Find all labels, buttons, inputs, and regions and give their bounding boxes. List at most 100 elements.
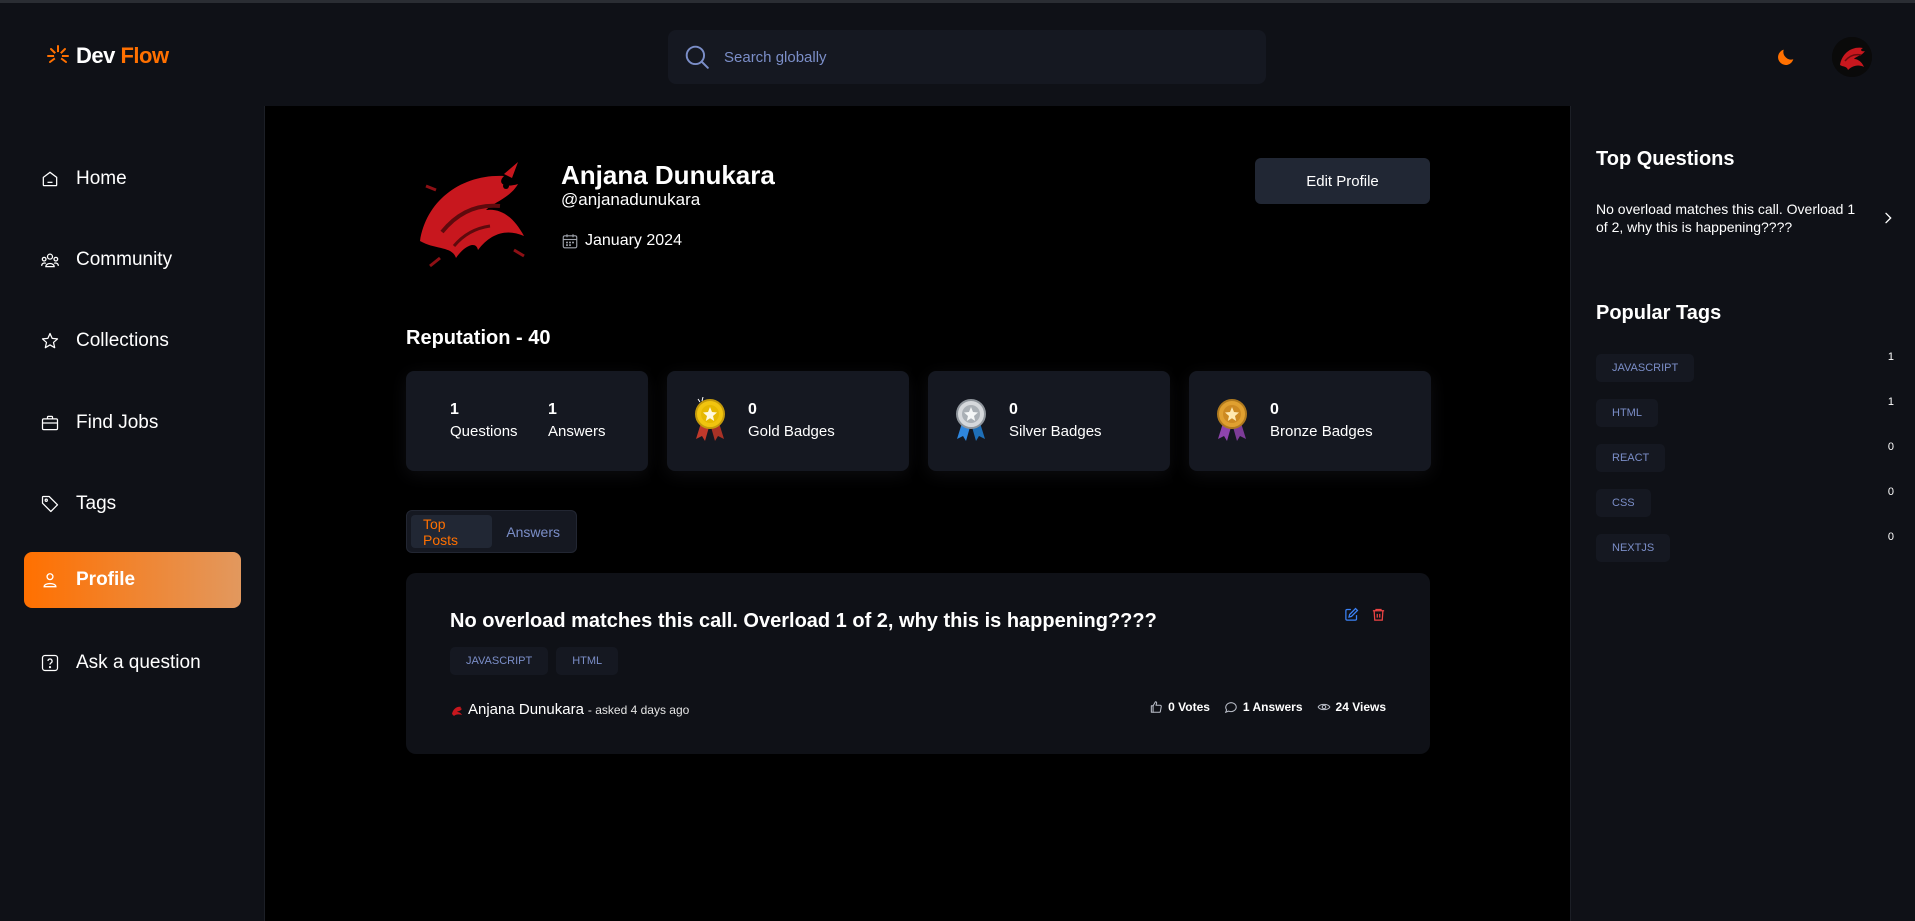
questions-count: 1 <box>450 401 459 418</box>
moon-icon <box>1778 49 1794 65</box>
stats-card-gold: 0 Gold Badges <box>667 371 909 471</box>
votes-text: 0 Votes <box>1168 700 1210 714</box>
suitcase-icon <box>41 415 59 431</box>
sidebar-item-label: Community <box>76 249 173 270</box>
stats-card-bronze: 0 Bronze Badges <box>1189 371 1431 471</box>
question-metrics: 0 Votes 1 Answers 24 Views <box>1149 700 1386 714</box>
site-logo[interactable]: Dev Flow <box>46 43 169 69</box>
question-card[interactable]: No overload matches this call. Overload … <box>406 573 1430 754</box>
sidebar-item-label: Tags <box>76 493 117 514</box>
sidebar-item-community[interactable]: Community <box>24 232 241 288</box>
stats-card-silver: 0 Silver Badges <box>928 371 1170 471</box>
reputation-heading: Reputation - 40 <box>406 327 551 349</box>
sidebar-item-find-jobs[interactable]: Find Jobs <box>24 395 241 451</box>
top-questions-heading: Top Questions <box>1596 148 1735 170</box>
dragon-avatar-image <box>406 146 546 286</box>
answers-stat: 1 Answers <box>548 401 606 440</box>
logo-icon <box>47 45 69 63</box>
top-question-item[interactable]: No overload matches this call. Overload … <box>1596 200 1896 236</box>
bronze-medal-icon <box>1217 399 1247 441</box>
tag-badge-html[interactable]: HTML <box>1596 399 1658 427</box>
sidebar-item-label: Home <box>76 168 127 189</box>
tag-count: 1 <box>1887 396 1894 408</box>
theme-toggle-button[interactable] <box>1772 43 1800 71</box>
search-input[interactable] <box>724 48 1224 66</box>
views-text: 24 Views <box>1335 700 1386 714</box>
author-name[interactable]: Anjana Dunukara <box>468 701 584 718</box>
answers-label: Answers <box>548 423 606 440</box>
tag-badge-javascript[interactable]: JAVASCRIPT <box>450 647 549 675</box>
popular-tag-row[interactable]: HTML 1 <box>1596 396 1894 427</box>
eye-icon <box>1317 703 1330 711</box>
tag-badge-react[interactable]: REACT <box>1596 444 1666 472</box>
star-icon <box>41 332 59 349</box>
question-title[interactable]: No overload matches this call. Overload … <box>450 610 1157 633</box>
post-actions <box>1344 607 1386 622</box>
user-icon <box>43 573 57 588</box>
answers-text: 1 Answers <box>1242 700 1303 714</box>
sidebar-item-label: Find Jobs <box>76 412 159 433</box>
asked-time: - asked 4 days ago <box>587 702 690 717</box>
chevron-right-icon <box>1885 212 1892 224</box>
right-sidebar: Top Questions No overload matches this c… <box>1570 106 1915 921</box>
sidebar-item-tags[interactable]: Tags <box>24 476 241 532</box>
silver-medal-icon <box>956 399 986 441</box>
calendar-icon <box>562 234 578 249</box>
sidebar-item-ask-question[interactable]: Ask a question <box>24 635 241 691</box>
top-navbar: Dev Flow <box>0 0 1915 106</box>
tag-count: 0 <box>1887 531 1894 543</box>
tag-badge-css[interactable]: CSS <box>1596 489 1651 517</box>
gold-badges-stat: 0 Gold Badges <box>748 401 835 440</box>
logo-flow-text: Flow <box>120 43 169 68</box>
silver-badges-label: Silver Badges <box>1009 423 1102 440</box>
popular-tag-row[interactable]: JAVASCRIPT 1 <box>1596 351 1894 382</box>
thumbs-up-icon <box>1150 701 1162 713</box>
answers-count: 1 <box>548 401 557 418</box>
profile-name: Anjana Dunukara <box>561 160 775 190</box>
views-metric: 24 Views <box>1317 700 1386 714</box>
top-question-text[interactable]: No overload matches this call. Overload … <box>1596 200 1856 236</box>
sidebar-item-profile[interactable]: Profile <box>24 552 241 608</box>
profile-avatar <box>406 146 546 286</box>
message-circle-icon <box>1224 702 1237 714</box>
popular-tag-row[interactable]: CSS 0 <box>1596 486 1894 517</box>
edit-profile-button[interactable]: Edit Profile <box>1255 158 1430 204</box>
sidebar-item-label: Collections <box>76 330 169 351</box>
bronze-badges-label: Bronze Badges <box>1270 423 1373 440</box>
tag-badge-nextjs[interactable]: NEXTJS <box>1596 534 1671 562</box>
edit-icon[interactable] <box>1344 607 1359 622</box>
silver-badges-stat: 0 Silver Badges <box>1009 401 1102 440</box>
votes-metric: 0 Votes <box>1149 700 1210 714</box>
answers-metric: 1 Answers <box>1224 700 1303 714</box>
search-icon <box>685 45 709 69</box>
popular-tag-row[interactable]: REACT 0 <box>1596 441 1894 472</box>
bronze-badges-count: 0 <box>1270 401 1279 418</box>
global-search[interactable] <box>668 30 1266 84</box>
bronze-badges-stat: 0 Bronze Badges <box>1270 401 1373 440</box>
sidebar-item-collections[interactable]: Collections <box>24 313 241 369</box>
sidebar-item-home[interactable]: Home <box>24 151 241 207</box>
gold-badges-count: 0 <box>748 401 757 418</box>
popular-tag-row[interactable]: NEXTJS 0 <box>1596 531 1894 562</box>
tag-icon <box>41 495 59 513</box>
questions-label: Questions <box>450 423 518 440</box>
silver-badges-count: 0 <box>1009 401 1018 418</box>
questions-stat: 1 Questions <box>450 401 518 440</box>
profile-username: @anjanadunukara <box>561 190 701 209</box>
trash-icon[interactable] <box>1371 607 1386 622</box>
tab-answers[interactable]: Answers <box>494 515 572 548</box>
sidebar-item-label: Ask a question <box>76 652 201 673</box>
gold-medal-icon <box>695 397 725 441</box>
tag-badge-javascript[interactable]: JAVASCRIPT <box>1596 354 1695 382</box>
gold-badges-label: Gold Badges <box>748 423 835 440</box>
left-sidebar: Home Community Collections Find Jobs Tag… <box>0 106 265 921</box>
tag-badge-html[interactable]: HTML <box>556 647 619 675</box>
question-author[interactable]: Anjana Dunukara - asked 4 days ago <box>450 701 689 718</box>
sidebar-item-label: Profile <box>76 569 136 590</box>
profile-tabs: Top Posts Answers <box>406 510 577 553</box>
user-avatar[interactable] <box>1832 37 1872 77</box>
question-icon <box>41 654 59 672</box>
dragon-avatar-image <box>1832 37 1872 77</box>
tab-top-posts[interactable]: Top Posts <box>411 515 493 548</box>
stats-card-posts: 1 Questions 1 Answers <box>406 371 648 471</box>
